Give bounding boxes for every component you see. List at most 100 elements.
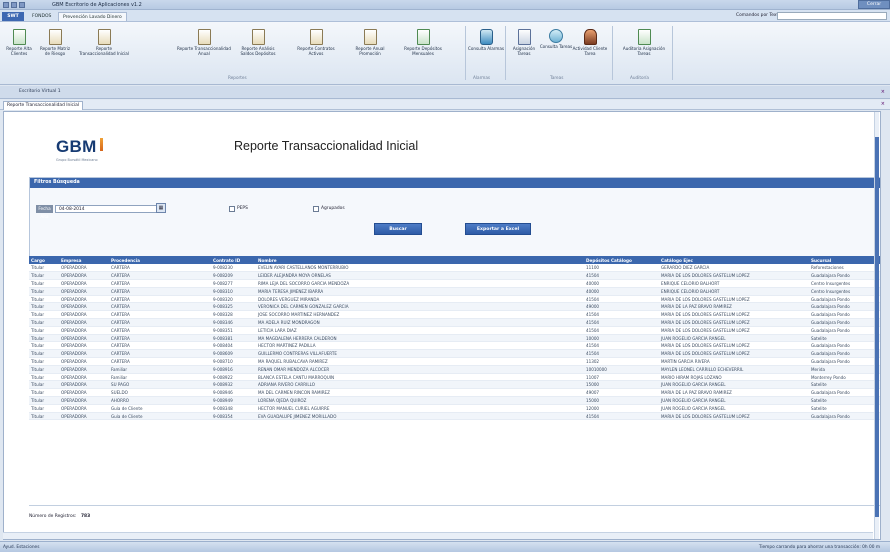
reporte-contratos-activos-button[interactable]: Reporte Contratos Activos [296, 25, 336, 73]
table-cell: GUILLERMO CONTRERAS VILLAFUERTE [256, 349, 584, 359]
table-cell: Familiar [109, 365, 211, 374]
table-cell: 9-008946 [211, 388, 256, 398]
table-cell: MARIA DE LOS DOLORES GASTELUM LOPEZ [659, 326, 809, 335]
table-row[interactable]: Titular OPERADORA CARTERA 9-008381 MA MAGDAL… [29, 334, 880, 343]
table-cell: Titular [29, 264, 59, 273]
table-cell: 9-008404 [211, 341, 256, 351]
actividad-cliente-tarea-button[interactable]: Actividad Cliente Tarea [572, 25, 608, 73]
table-row[interactable]: Titular OPERADORA CARTERA 9-008320 DOLORES V… [29, 295, 880, 304]
tab-fondos[interactable]: FONDOS [28, 12, 55, 21]
document-icon [97, 29, 111, 45]
reporte-alta-clientes-button[interactable]: Reporte Alta Clientes [1, 25, 37, 73]
table-row[interactable]: Titular OPERADORA Guía de Cliente 9-008348 H… [29, 404, 880, 413]
table-row[interactable]: Titular OPERADORA Familiar 9-008916 RENAN OM… [29, 365, 880, 374]
table-row[interactable]: Titular OPERADORA CARTERA 9-008346 MA ADELA … [29, 318, 880, 327]
auditoria-asignacion-tareas-button[interactable]: Auditoría Asignación Tareas [620, 25, 668, 73]
asignacion-tareas-button[interactable]: Asignación Tareas [506, 25, 542, 73]
table-row[interactable]: Titular OPERADORA CARTERA 9-008609 GUILLERMO… [29, 349, 880, 359]
table-row[interactable]: Titular OPERADORA SUELDO 9-008946 MA DEL CAR… [29, 388, 880, 398]
column-header[interactable]: Procedencia [109, 256, 211, 264]
table-row[interactable]: Titular OPERADORA Guía de Cliente 9-008354 E… [29, 412, 880, 421]
table-cell: MARIA DE LA PAZ BRAVO RAMIREZ [659, 388, 809, 398]
reporte-matriz-riesgo-button[interactable]: Reporte Matriz de Riesgo [37, 25, 73, 73]
table-cell: 9-008320 [211, 295, 256, 304]
app-icon[interactable] [3, 2, 9, 8]
table-cell: JUAN ROGELIO GARCIA RANGEL [659, 334, 809, 343]
ribbon-group-label: Reportes [228, 75, 247, 80]
save-icon[interactable] [11, 2, 17, 8]
table-row[interactable]: Titular OPERADORA AHORRO 9-008949 LORENA OJE… [29, 396, 880, 405]
reporte-analisis-saldos-button[interactable]: Reporte Análisis Saldos Depósitos [237, 25, 279, 73]
table-cell: OPERADORA [59, 310, 109, 320]
consulta-alarmas-button[interactable]: Consulta Alarmas [468, 25, 504, 73]
table-row[interactable]: Titular OPERADORA CARTERA 9-008404 HECTOR MA… [29, 341, 880, 351]
table-cell: CARTERA [109, 271, 211, 281]
reporte-transaccionalidad-inicial-button[interactable]: Reporte Transaccionalidad Inicial [78, 25, 130, 73]
reporte-transaccionalidad-anual-button[interactable]: Reporte Transaccionalidad Anual [176, 25, 232, 73]
horizontal-scrollbar[interactable] [3, 532, 873, 539]
file-tab[interactable]: SWT [2, 12, 24, 21]
table-cell: MARIA DE LOS DOLORES GASTELUM LOPEZ [659, 271, 809, 281]
column-header[interactable]: Contrato ID [211, 256, 256, 264]
table-cell: 9-008381 [211, 334, 256, 343]
column-header[interactable]: Catálogo Ejec [659, 256, 809, 264]
table-cell: JOSE SOCORRO MARTINEZ HERNANDEZ [256, 310, 584, 320]
table-cell: Guadalajara Pondo [809, 349, 880, 359]
table-cell: Titular [29, 357, 59, 366]
table-cell: Monterrey Pondo [809, 373, 880, 382]
report-panel: GBM Grupo Bursátil Mexicano Reporte Tran… [3, 111, 881, 540]
table-row[interactable]: Titular OPERADORA CARTERA 9-008325 VERONICA … [29, 302, 880, 312]
document-tab[interactable]: Escritorio Virtual 1 [19, 89, 61, 94]
status-bar: Ayud. Estaciones Tiempo carrando para ah… [0, 541, 890, 552]
vertical-scrollbar[interactable] [874, 112, 879, 539]
column-header[interactable]: Sucursal [809, 256, 880, 264]
table-row[interactable]: Titular OPERADORA CARTERA 9-008351 LETICIA L… [29, 326, 880, 335]
table-row[interactable]: Titular OPERADORA CARTERA 9-008277 RIMA LEJA… [29, 279, 880, 288]
peps-checkbox[interactable] [229, 206, 235, 212]
audit-icon [637, 29, 651, 45]
table-cell: OPERADORA [59, 412, 109, 421]
reporte-anual-promocion-button[interactable]: Reporte Anual Promoción [350, 25, 390, 73]
table-cell: 9-008922 [211, 373, 256, 382]
tab-prevencion-lavado[interactable]: Prevención Lavado Dinero [58, 12, 127, 21]
table-row[interactable]: Titular OPERADORA CARTERA 9-008230 EVELIN AY… [29, 264, 880, 273]
table-cell: Titular [29, 334, 59, 343]
scroll-thumb[interactable] [875, 137, 879, 517]
export-excel-button[interactable]: Exportar a Excel [465, 223, 531, 235]
column-header[interactable]: Depósitos Catálogo [584, 256, 659, 264]
command-search-input[interactable] [777, 12, 887, 20]
date-input[interactable]: 04-08-2014 [55, 205, 163, 213]
ribbon-separator [465, 26, 466, 80]
agrupados-checkbox[interactable] [313, 206, 319, 212]
close-icon[interactable]: × [881, 101, 885, 107]
table-cell: MA DEL CARMEN RINCON RAMIREZ [256, 388, 584, 398]
close-icon[interactable]: × [881, 89, 885, 95]
close-window-button[interactable]: Cerrar [858, 0, 890, 9]
column-header[interactable]: Empresa [59, 256, 109, 264]
table-row[interactable]: Titular OPERADORA CARTERA 9-008209 LEIDER AL… [29, 271, 880, 281]
table-row[interactable]: Titular OPERADORA CARTERA 9-008310 MARIA TER… [29, 287, 880, 296]
table-cell: Guadalajara Pondo [809, 341, 880, 351]
column-header[interactable]: Cargo [29, 256, 59, 264]
table-row[interactable]: Titular OPERADORA CARTERA 9-008710 MA RAQUEL… [29, 357, 880, 366]
consulta-tareas-button[interactable]: Consulta Tareas [538, 25, 574, 73]
calendar-icon[interactable]: ▦ [156, 203, 166, 213]
table-cell: 9-008609 [211, 349, 256, 359]
table-row[interactable]: Titular OPERADORA SU PAGO 9-008932 ADRIANA R… [29, 380, 880, 390]
column-header[interactable]: Nombre [256, 256, 584, 264]
table-row[interactable]: Titular OPERADORA Familiar 9-008922 BLANCA E… [29, 373, 880, 382]
table-cell: Titular [29, 412, 59, 421]
tab-reporte-transaccionalidad[interactable]: Reporte Transaccionalidad Inicial [3, 101, 84, 110]
table-cell: Satelite [809, 334, 880, 343]
reporte-depositos-mensuales-button[interactable]: Reporte Depósitos Mensuales [402, 25, 444, 73]
table-cell: OPERADORA [59, 334, 109, 343]
table-cell: Titular [29, 388, 59, 398]
table-cell: Guadalajara Pondo [809, 295, 880, 304]
title-bar: GBM Escritorio de Aplicaciones v1.2 Cerr… [0, 0, 890, 10]
table-cell: 11007 [584, 373, 659, 382]
undo-icon[interactable] [19, 2, 25, 8]
search-button[interactable]: Buscar [374, 223, 422, 235]
table-cell: 9-008932 [211, 380, 256, 390]
ribbon-group-label: Alarmas [473, 75, 491, 80]
table-row[interactable]: Titular OPERADORA CARTERA 9-008328 JOSE SOCO… [29, 310, 880, 320]
